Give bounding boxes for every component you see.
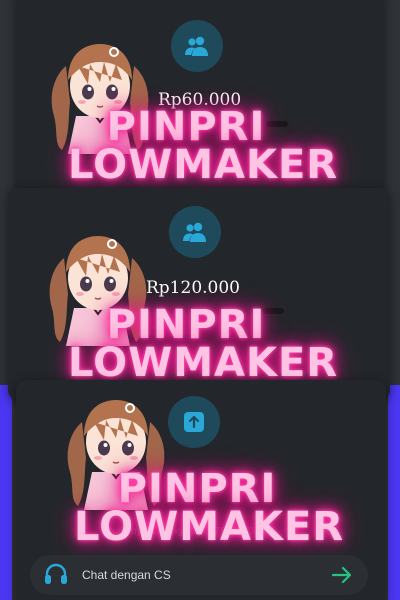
brand-watermark: PINPRI LOWMAKER <box>74 466 345 550</box>
users-icon <box>169 206 221 258</box>
headset-icon <box>42 561 70 589</box>
chat-cs-button[interactable]: Chat dengan CS <box>30 555 368 595</box>
side-accent-left <box>0 385 12 600</box>
package-card[interactable]: Rp120.000 PINPRI LOWMAKER <box>8 188 390 400</box>
package-price: Rp120.000 <box>146 278 240 298</box>
upload-arrow-icon <box>168 396 220 448</box>
brand-watermark: PINPRI LOWMAKER <box>68 104 339 188</box>
side-accent-right <box>388 385 400 600</box>
arrow-right-icon <box>330 563 354 587</box>
users-icon <box>171 20 223 72</box>
chat-cs-label: Chat dengan CS <box>82 568 171 582</box>
brand-watermark: PINPRI LOWMAKER <box>68 302 339 386</box>
upgrade-card[interactable]: Build by DCA Digital | 087800000287 PINP… <box>16 380 386 600</box>
package-card[interactable]: Rp60.000 PINPRI LOWMAKER <box>16 0 384 196</box>
